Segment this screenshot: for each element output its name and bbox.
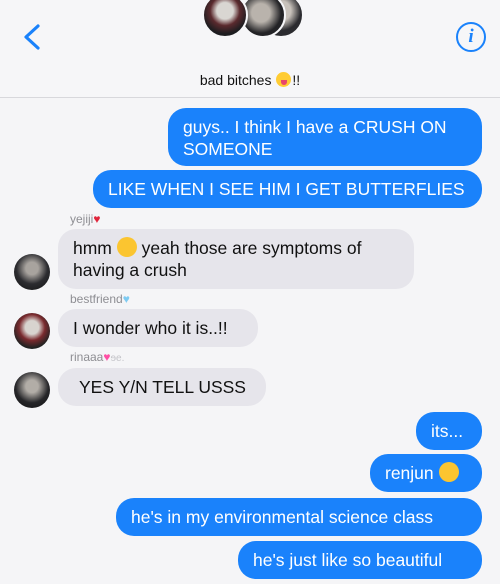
- blue-heart-icon: ♥: [122, 292, 130, 306]
- thinking-face-icon: [116, 237, 137, 257]
- outgoing-message[interactable]: renjun: [370, 454, 482, 492]
- avatar[interactable]: [14, 372, 50, 408]
- incoming-message[interactable]: I wonder who it is..!!: [58, 309, 258, 347]
- red-heart-icon: ♥: [93, 212, 101, 226]
- outgoing-message[interactable]: guys.. I think I have a CRUSH ON SOMEONE: [168, 108, 482, 166]
- group-avatar: [202, 0, 248, 38]
- sender-name: yejiji♥: [70, 212, 101, 226]
- sender-name: rinaaa♥ɘe.: [70, 350, 125, 364]
- avatar[interactable]: [14, 313, 50, 349]
- info-icon[interactable]: i: [456, 22, 486, 52]
- chevron-left-icon[interactable]: [20, 22, 46, 52]
- group-title[interactable]: bad bitches !!: [0, 72, 500, 88]
- tongue-face-icon: [276, 72, 292, 87]
- outgoing-message[interactable]: he's in my environmental science class: [116, 498, 482, 536]
- outgoing-message[interactable]: he's just like so beautiful: [238, 541, 482, 579]
- conversation-header: i bad bitches !!: [0, 0, 500, 98]
- incoming-message[interactable]: hmm yeah those are symptoms of having a …: [58, 229, 414, 289]
- group-avatars[interactable]: [196, 0, 306, 40]
- incoming-message[interactable]: YES Y/N TELL USSS: [58, 368, 266, 406]
- outgoing-message[interactable]: its...: [416, 412, 482, 450]
- avatar[interactable]: [14, 254, 50, 290]
- yum-face-icon: [438, 462, 459, 482]
- sender-name: bestfriend♥: [70, 292, 130, 306]
- outgoing-message[interactable]: LIKE WHEN I SEE HIM I GET BUTTERFLIES: [93, 170, 482, 208]
